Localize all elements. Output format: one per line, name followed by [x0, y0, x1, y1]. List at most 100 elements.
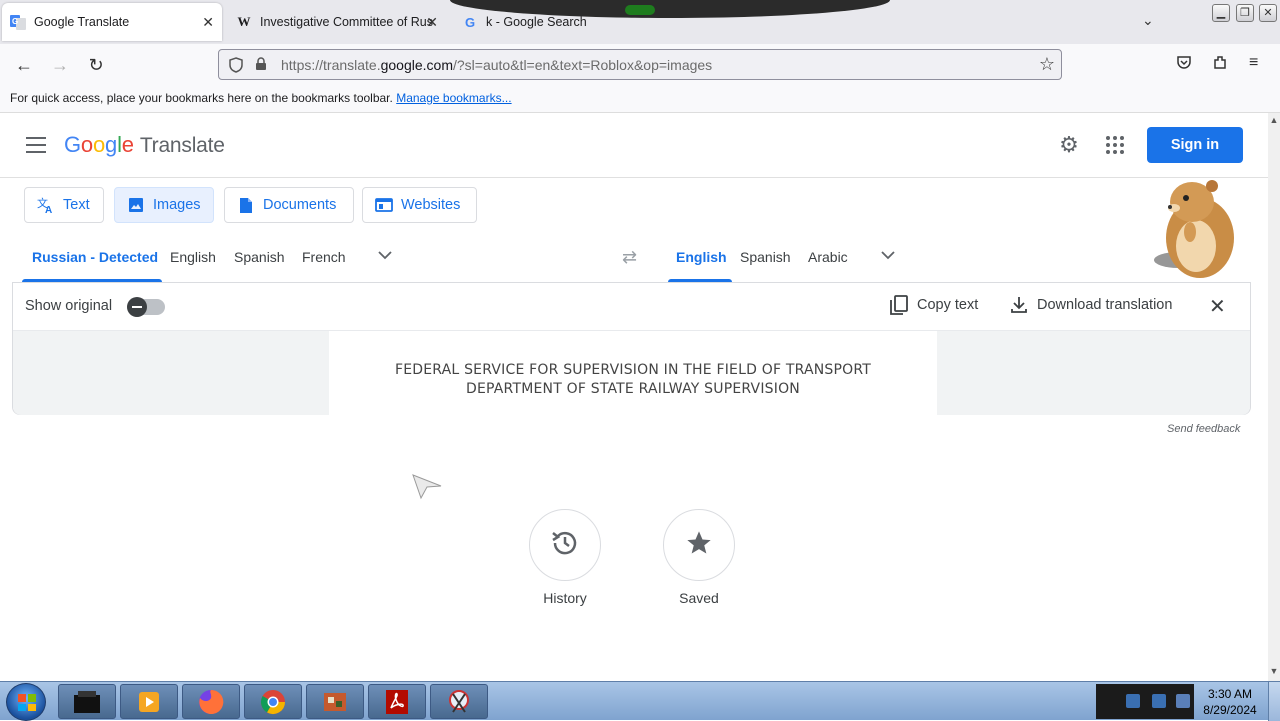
website-icon: [375, 196, 393, 214]
mode-label: Images: [153, 197, 201, 213]
taskbar-game-app[interactable]: [306, 684, 364, 719]
show-desktop-button[interactable]: [1268, 682, 1280, 721]
menu-icon[interactable]: ≡: [1249, 54, 1258, 72]
source-lang-detected[interactable]: Russian - Detected: [32, 249, 158, 265]
restore-icon[interactable]: ❐: [1236, 4, 1254, 22]
reload-icon[interactable]: ↻: [84, 54, 108, 78]
close-tab-icon[interactable]: ✕: [426, 14, 438, 31]
extensions-icon[interactable]: [1212, 54, 1228, 75]
mode-text-button[interactable]: 文A Text: [24, 187, 104, 223]
mode-label: Documents: [263, 197, 337, 213]
target-lang-arabic[interactable]: Arabic: [808, 249, 848, 265]
google-translate-logo[interactable]: Google Translate: [64, 132, 225, 158]
taskbar-firefox-app[interactable]: [182, 684, 240, 719]
clock-time: 3:30 AM: [1207, 687, 1253, 701]
taskbar-pdf-reader-app[interactable]: [368, 684, 426, 719]
taskbar-clock[interactable]: 3:30 AM 8/29/2024: [1198, 686, 1262, 718]
saved-button[interactable]: [663, 509, 735, 581]
taskbar-media-player-app[interactable]: [120, 684, 178, 719]
product-name: Translate: [139, 134, 225, 157]
google-favicon: G: [464, 14, 476, 30]
close-icon[interactable]: ✕: [1209, 294, 1226, 319]
scroll-down-icon[interactable]: ▼: [1268, 666, 1280, 678]
swap-languages-icon[interactable]: ⇄: [622, 247, 637, 268]
manage-bookmarks-link[interactable]: Manage bookmarks...: [396, 91, 511, 105]
tray-volume-icon[interactable]: [1176, 694, 1190, 708]
more-target-langs-chevron-down-icon[interactable]: [881, 248, 895, 263]
sign-in-button[interactable]: Sign in: [1147, 127, 1243, 163]
shield-icon[interactable]: [228, 56, 244, 73]
tray-display-icon[interactable]: [1152, 694, 1166, 708]
windows-taskbar: 3:30 AM 8/29/2024: [0, 681, 1280, 721]
taskbar-chrome-app[interactable]: [244, 684, 302, 719]
image-translation-panel: Show original Copy text Download transla…: [12, 282, 1251, 415]
send-feedback-link[interactable]: Send feedback: [1167, 423, 1240, 435]
google-translate-favicon: G: [10, 14, 26, 30]
address-bar[interactable]: https://translate.google.com/?sl=auto&tl…: [218, 49, 1062, 80]
target-lang-spanish[interactable]: Spanish: [740, 249, 791, 265]
history-icon: [550, 528, 580, 563]
pocket-icon[interactable]: [1176, 54, 1192, 75]
svg-text:G: G: [12, 17, 18, 26]
mode-websites-button[interactable]: Websites: [362, 187, 477, 223]
history-label: History: [543, 590, 587, 606]
system-tray: [1096, 684, 1194, 719]
show-original-toggle[interactable]: [127, 297, 165, 317]
tray-network-icon[interactable]: [1126, 694, 1140, 708]
close-tab-icon[interactable]: ✕: [202, 14, 214, 31]
mode-label: Websites: [401, 197, 461, 213]
start-button[interactable]: [6, 683, 46, 721]
wikipedia-favicon: W: [237, 14, 251, 29]
back-icon[interactable]: ←: [12, 54, 36, 78]
hamster-mascot-image: [1150, 176, 1240, 282]
document-icon: [237, 196, 255, 214]
tab-title: Investigative Committee of Rus: [260, 15, 433, 29]
download-translation-button[interactable]: Download translation: [1009, 295, 1172, 315]
google-apps-icon[interactable]: [1106, 136, 1124, 154]
tab-google-translate[interactable]: G Google Translate ✕: [2, 3, 222, 41]
minimize-icon[interactable]: ▁: [1212, 4, 1230, 22]
list-all-tabs-icon[interactable]: ⌄: [1142, 12, 1154, 29]
download-translation-label: Download translation: [1037, 297, 1173, 313]
bookmarks-hint: For quick access, place your bookmarks h…: [10, 91, 393, 105]
tab-investigative-committee[interactable]: W Investigative Committee of Rus ✕: [228, 3, 446, 41]
translated-image-area: FEDERAL SERVICE FOR SUPERVISION IN THE F…: [13, 331, 1250, 415]
copy-text-button[interactable]: Copy text: [889, 295, 978, 315]
taskbar-snipping-tool-app[interactable]: [430, 684, 488, 719]
scroll-up-icon[interactable]: ▲: [1268, 115, 1280, 127]
source-lang-spanish[interactable]: Spanish: [234, 249, 285, 265]
image-icon: [127, 196, 145, 214]
saved-label: Saved: [679, 590, 719, 606]
close-window-icon[interactable]: ✕: [1259, 4, 1277, 22]
tab-title: k - Google Search: [486, 15, 587, 29]
clock-date: 8/29/2024: [1203, 703, 1257, 717]
language-selector-row: Russian - Detected English Spanish Frenc…: [0, 238, 1268, 282]
url-text[interactable]: https://translate.google.com/?sl=auto&tl…: [281, 57, 712, 73]
cursor-icon: [412, 470, 442, 505]
browser-tab-bar: G Google Translate ✕ W Investigative Com…: [0, 0, 1280, 44]
main-menu-icon[interactable]: [26, 137, 46, 153]
copy-text-label: Copy text: [917, 297, 979, 313]
translate-icon: 文A: [37, 196, 55, 214]
source-lang-english[interactable]: English: [170, 249, 216, 265]
page-scrollbar[interactable]: ▲ ▼: [1268, 113, 1280, 681]
target-lang-english[interactable]: English: [676, 249, 727, 265]
translated-line-1: FEDERAL SERVICE FOR SUPERVISION IN THE F…: [394, 362, 872, 378]
tab-google-search[interactable]: G k - Google Search: [454, 3, 614, 41]
forward-icon[interactable]: →: [48, 54, 72, 78]
lock-icon[interactable]: [253, 56, 269, 73]
more-source-langs-chevron-down-icon[interactable]: [378, 248, 392, 263]
panel-toolbar: Show original Copy text Download transla…: [13, 283, 1250, 331]
history-button[interactable]: [529, 509, 601, 581]
source-lang-french[interactable]: French: [302, 249, 346, 265]
mode-images-button[interactable]: Images: [114, 187, 214, 223]
bookmark-star-icon[interactable]: ☆: [1039, 54, 1055, 75]
windows-logo-icon: [18, 694, 36, 711]
mode-label: Text: [63, 197, 90, 213]
taskbar-terminal-app[interactable]: [58, 684, 116, 719]
translate-header: Google Translate ⚙ Sign in: [0, 113, 1268, 178]
download-icon: [1009, 295, 1029, 315]
copy-icon: [889, 295, 909, 315]
mode-documents-button[interactable]: Documents: [224, 187, 354, 223]
settings-gear-icon[interactable]: ⚙: [1058, 134, 1080, 156]
